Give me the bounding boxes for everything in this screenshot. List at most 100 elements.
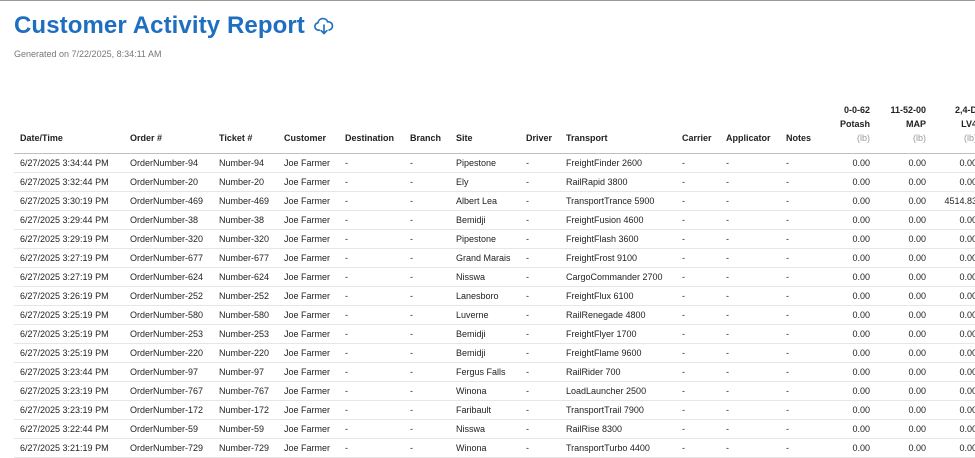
- cell-datetime: 6/27/2025 3:26:19 PM: [14, 286, 124, 306]
- cell-potash-amount: 0.00: [825, 229, 878, 249]
- table-row[interactable]: 6/27/2025 3:25:19 PM OrderNumber-580 Numbe…: [14, 305, 975, 325]
- table-row[interactable]: 6/27/2025 3:26:19 PM OrderNumber-252 Numbe…: [14, 286, 975, 306]
- col-header-order[interactable]: Order #: [124, 103, 213, 154]
- cell-customer: Joe Farmer: [278, 343, 339, 363]
- col-header-driver[interactable]: Driver: [520, 103, 560, 154]
- cell-ticket-number: Number-580: [213, 305, 278, 325]
- cell-notes: -: [780, 286, 825, 306]
- cell-notes: -: [780, 172, 825, 192]
- lv4-name-label: LV4: [961, 119, 975, 129]
- cell-carrier: -: [676, 248, 720, 268]
- cell-notes: -: [780, 191, 825, 211]
- map-unit-label: (lb): [913, 133, 926, 143]
- cell-notes: -: [780, 248, 825, 268]
- col-header-potash[interactable]: 0-0-62 Potash (lb): [825, 103, 878, 154]
- table-row[interactable]: 6/27/2025 3:25:19 PM OrderNumber-253 Numbe…: [14, 324, 975, 344]
- col-header-map[interactable]: 11-52-00 MAP (lb): [878, 103, 934, 154]
- cell-destination: -: [339, 381, 404, 401]
- table-row[interactable]: 6/27/2025 3:27:19 PM OrderNumber-624 Numbe…: [14, 267, 975, 287]
- cell-site: Winona: [450, 381, 520, 401]
- col-header-notes[interactable]: Notes: [780, 103, 825, 154]
- table-row[interactable]: 6/27/2025 3:29:44 PM OrderNumber-38 Number…: [14, 210, 975, 230]
- col-header-destination[interactable]: Destination: [339, 103, 404, 154]
- cell-order-number: OrderNumber-59: [124, 419, 213, 439]
- cell-datetime: 6/27/2025 3:23:19 PM: [14, 400, 124, 420]
- table-row[interactable]: 6/27/2025 3:22:44 PM OrderNumber-59 Number…: [14, 419, 975, 439]
- cell-transport: FreightFusion 4600: [560, 210, 676, 230]
- cell-map-amount: 0.00: [878, 172, 934, 192]
- cell-branch: -: [404, 267, 450, 287]
- table-row[interactable]: 6/27/2025 3:23:19 PM OrderNumber-767 Numbe…: [14, 381, 975, 401]
- title-row: Customer Activity Report: [14, 12, 335, 40]
- table-row[interactable]: 6/27/2025 3:29:19 PM OrderNumber-320 Numbe…: [14, 229, 975, 249]
- cell-notes: -: [780, 210, 825, 230]
- cell-order-number: OrderNumber-767: [124, 381, 213, 401]
- cell-driver: -: [520, 153, 560, 173]
- cell-order-number: OrderNumber-729: [124, 438, 213, 458]
- cell-site: Nisswa: [450, 267, 520, 287]
- col-header-datetime[interactable]: Date/Time: [14, 103, 124, 154]
- cell-site: Ely: [450, 172, 520, 192]
- cell-transport: TransportTurbo 4400: [560, 438, 676, 458]
- table-row[interactable]: 6/27/2025 3:32:44 PM OrderNumber-20 Number…: [14, 172, 975, 192]
- col-header-lv4[interactable]: 2,4-D LV4 (lb): [934, 103, 975, 154]
- col-header-carrier[interactable]: Carrier: [676, 103, 720, 154]
- cell-driver: -: [520, 324, 560, 344]
- cell-lv4-amount: 0.00: [934, 343, 975, 363]
- col-header-customer[interactable]: Customer: [278, 103, 339, 154]
- table-row[interactable]: 6/27/2025 3:27:19 PM OrderNumber-677 Numbe…: [14, 248, 975, 268]
- cell-datetime: 6/27/2025 3:27:19 PM: [14, 248, 124, 268]
- cell-carrier: -: [676, 172, 720, 192]
- cell-map-amount: 0.00: [878, 248, 934, 268]
- page-title: Customer Activity Report: [14, 12, 305, 39]
- cell-lv4-amount: 0.00: [934, 172, 975, 192]
- cell-applicator: -: [720, 305, 780, 325]
- table-body: 6/27/2025 3:34:44 PM OrderNumber-94 Number…: [14, 153, 975, 458]
- cell-datetime: 6/27/2025 3:23:44 PM: [14, 362, 124, 382]
- table-row[interactable]: 6/27/2025 3:21:19 PM OrderNumber-729 Numbe…: [14, 438, 975, 458]
- col-header-applicator[interactable]: Applicator: [720, 103, 780, 154]
- cell-map-amount: 0.00: [878, 191, 934, 211]
- table-row[interactable]: 6/27/2025 3:23:44 PM OrderNumber-97 Number…: [14, 362, 975, 382]
- cell-notes: -: [780, 381, 825, 401]
- cell-applicator: -: [720, 324, 780, 344]
- cell-notes: -: [780, 343, 825, 363]
- cell-carrier: -: [676, 191, 720, 211]
- cell-potash-amount: 0.00: [825, 438, 878, 458]
- table-row[interactable]: 6/27/2025 3:34:44 PM OrderNumber-94 Number…: [14, 153, 975, 173]
- cell-datetime: 6/27/2025 3:25:19 PM: [14, 324, 124, 344]
- cell-potash-amount: 0.00: [825, 400, 878, 420]
- cell-destination: -: [339, 210, 404, 230]
- col-header-ticket[interactable]: Ticket #: [213, 103, 278, 154]
- table-row[interactable]: 6/27/2025 3:25:19 PM OrderNumber-220 Numbe…: [14, 343, 975, 363]
- cell-datetime: 6/27/2025 3:25:19 PM: [14, 305, 124, 325]
- cell-branch: -: [404, 248, 450, 268]
- cell-customer: Joe Farmer: [278, 172, 339, 192]
- cell-order-number: OrderNumber-580: [124, 305, 213, 325]
- col-header-branch[interactable]: Branch: [404, 103, 450, 154]
- cloud-download-icon[interactable]: [313, 15, 335, 37]
- cell-order-number: OrderNumber-38: [124, 210, 213, 230]
- table-row[interactable]: 6/27/2025 3:30:19 PM OrderNumber-469 Numbe…: [14, 191, 975, 211]
- cell-site: Bemidji: [450, 343, 520, 363]
- col-header-transport[interactable]: Transport: [560, 103, 676, 154]
- cell-potash-amount: 0.00: [825, 419, 878, 439]
- cell-map-amount: 0.00: [878, 400, 934, 420]
- cell-lv4-amount: 0.00: [934, 210, 975, 230]
- table-row[interactable]: 6/27/2025 3:23:19 PM OrderNumber-172 Numbe…: [14, 400, 975, 420]
- col-header-site[interactable]: Site: [450, 103, 520, 154]
- cell-driver: -: [520, 343, 560, 363]
- cell-notes: -: [780, 153, 825, 173]
- table-header-row: Date/Time Order # Ticket # Customer Dest…: [14, 103, 975, 154]
- cell-transport: RailRise 8300: [560, 419, 676, 439]
- cell-transport: FreightFlux 6100: [560, 286, 676, 306]
- cell-driver: -: [520, 381, 560, 401]
- cell-branch: -: [404, 305, 450, 325]
- cell-map-amount: 0.00: [878, 286, 934, 306]
- cell-order-number: OrderNumber-624: [124, 267, 213, 287]
- cell-site: Pipestone: [450, 229, 520, 249]
- cell-customer: Joe Farmer: [278, 191, 339, 211]
- cell-site: Faribault: [450, 400, 520, 420]
- cell-driver: -: [520, 419, 560, 439]
- cell-customer: Joe Farmer: [278, 210, 339, 230]
